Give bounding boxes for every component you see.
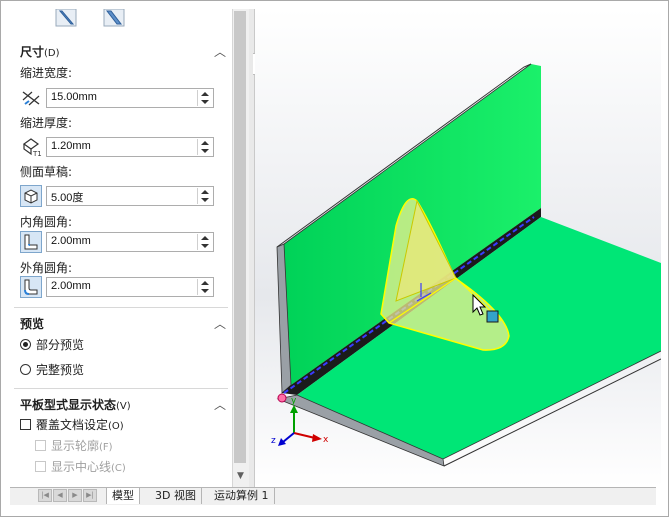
graphics-viewport[interactable]: y x z: [255, 9, 661, 487]
outer-fillet-input[interactable]: 2.00mm: [46, 277, 214, 297]
show-outline-label: 显示轮廓(F): [51, 437, 113, 454]
override-document-settings-checkbox[interactable]: [20, 419, 31, 430]
side-draft-value: 5.00度: [51, 192, 84, 204]
scroll-down-arrow-icon[interactable]: ▼: [232, 468, 249, 484]
section-divider: [14, 307, 228, 308]
show-centerline-checkbox[interactable]: [35, 461, 46, 472]
partial-preview-radio[interactable]: [20, 339, 31, 350]
triad-z-label: z: [271, 436, 276, 446]
gusset-profile-icon-1[interactable]: [55, 9, 77, 27]
show-outline-text: 显示轮廓: [51, 439, 100, 453]
relief-thickness-label: 缩进厚度:: [20, 116, 73, 130]
inner-fillet-spinner[interactable]: [197, 234, 212, 250]
relief-width-input[interactable]: 15.00mm: [46, 88, 214, 108]
inner-fillet-input[interactable]: 2.00mm: [46, 232, 214, 252]
dimensions-title-text: 尺寸: [20, 45, 45, 59]
relief-width-icon: [22, 91, 40, 106]
outer-fillet-label: 外角圆角:: [20, 261, 73, 275]
relief-width-value: 15.00mm: [51, 91, 97, 103]
override-document-settings-label[interactable]: 覆盖文档设定(O): [36, 416, 124, 433]
inner-fillet-value: 2.00mm: [51, 235, 91, 247]
dimensions-section-title[interactable]: 尺寸(D): [20, 43, 60, 60]
origin-point: [277, 393, 287, 403]
partial-preview-label[interactable]: 部分预览: [36, 336, 84, 353]
preview-section-title[interactable]: 预览: [20, 315, 44, 332]
relief-width-label: 缩进宽度:: [20, 66, 73, 80]
sheet-metal-model: y x z: [255, 9, 661, 487]
outer-fillet-spinner[interactable]: [197, 279, 212, 295]
flat-pattern-accel: (V): [116, 401, 131, 412]
show-centerline-label: 显示中心线(C): [51, 458, 126, 475]
relief-width-spinner[interactable]: [197, 90, 212, 106]
show-centerline-accel: (C): [111, 463, 126, 474]
relief-thickness-spinner[interactable]: [197, 139, 212, 155]
side-draft-input[interactable]: 5.00度: [46, 186, 214, 206]
show-outline-accel: (F): [99, 442, 113, 453]
tab-motion-study[interactable]: 运动算例 1: [209, 488, 275, 504]
flat-pattern-section-title[interactable]: 平板型式显示状态(V): [20, 396, 131, 413]
outer-fillet-value: 2.00mm: [51, 280, 91, 292]
relief-thickness-input[interactable]: 1.20mm: [46, 137, 214, 157]
next-tab-icon[interactable]: ▶: [68, 489, 82, 502]
triad-x-label: x: [323, 435, 329, 445]
gusset-profile-icon-2[interactable]: [103, 9, 125, 27]
triad-y-label: y: [291, 396, 297, 406]
panel-scrollbar-thumb[interactable]: [234, 11, 246, 463]
dimensions-accel: (D): [44, 48, 60, 59]
full-preview-radio[interactable]: [20, 364, 31, 375]
prev-tab-icon[interactable]: ◀: [53, 489, 67, 502]
inner-fillet-label: 内角圆角:: [20, 215, 73, 229]
inner-fillet-icon[interactable]: [20, 231, 42, 253]
collapse-chevron-icon[interactable]: ︿: [214, 396, 226, 413]
show-outline-checkbox[interactable]: [35, 440, 46, 451]
first-tab-icon[interactable]: |◀: [38, 489, 52, 502]
override-accel: (O): [108, 421, 124, 432]
side-draft-spinner[interactable]: [197, 188, 212, 204]
application-window: 尺寸(D) ︿ 缩进宽度: 15.00mm 缩进厚度: T1 1.20mm 侧面…: [0, 0, 669, 517]
svg-text:T1: T1: [32, 150, 42, 158]
collapse-chevron-icon[interactable]: ︿: [214, 315, 226, 332]
cursor-feedback-icon: [486, 310, 499, 323]
relief-thickness-value: 1.20mm: [51, 140, 91, 152]
outer-fillet-icon[interactable]: [20, 276, 42, 298]
section-divider: [14, 388, 228, 389]
tab-3d-view[interactable]: 3D 视图: [150, 488, 202, 504]
show-centerline-text: 显示中心线: [51, 460, 112, 474]
collapse-chevron-icon[interactable]: ︿: [214, 43, 226, 60]
override-label-text: 覆盖文档设定: [36, 418, 109, 432]
relief-thickness-icon: T1: [22, 138, 42, 158]
side-draft-label: 侧面草稿:: [20, 165, 73, 179]
full-preview-label[interactable]: 完整预览: [36, 361, 84, 378]
flat-pattern-title-text: 平板型式显示状态: [20, 398, 117, 412]
tab-model[interactable]: 模型: [106, 488, 140, 504]
last-tab-icon[interactable]: ▶|: [83, 489, 97, 502]
side-draft-icon[interactable]: [20, 185, 42, 207]
